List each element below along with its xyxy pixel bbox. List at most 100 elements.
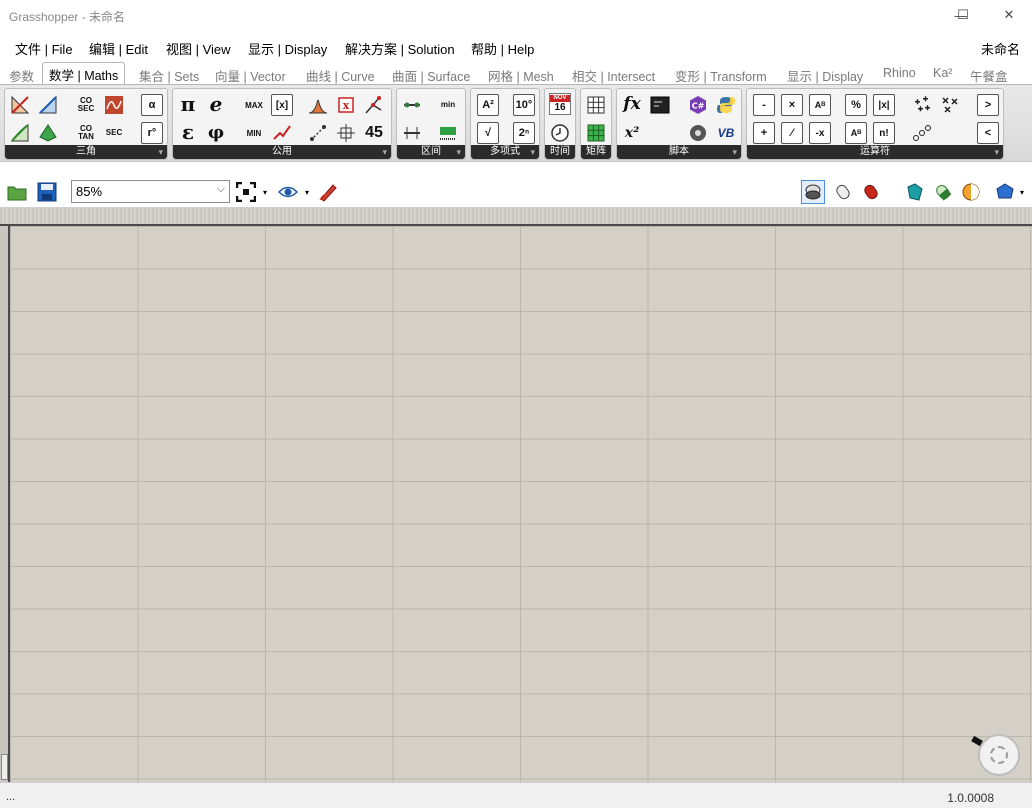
subtraction-icon[interactable]: - bbox=[753, 94, 775, 116]
modulus-icon[interactable]: % bbox=[845, 94, 867, 116]
triangle-green-icon[interactable] bbox=[9, 122, 31, 144]
triangle-blue-icon[interactable] bbox=[37, 94, 59, 116]
csharp-icon[interactable]: C# bbox=[687, 94, 709, 116]
expand-icon[interactable]: ▾ bbox=[530, 145, 535, 159]
divide-domain-icon[interactable] bbox=[437, 122, 459, 144]
power-icon[interactable]: A² bbox=[477, 94, 499, 116]
absolute-icon[interactable]: [x] bbox=[271, 94, 293, 116]
cosecant-icon[interactable]: CO SEC bbox=[75, 94, 97, 116]
preview-wireframe-button[interactable] bbox=[801, 180, 825, 204]
canvas-navigation-widget[interactable] bbox=[971, 734, 1020, 776]
tab-maths[interactable]: 数学 | Maths bbox=[42, 62, 126, 86]
preview-shaded-button[interactable] bbox=[831, 180, 855, 204]
canvas-scroll-grip[interactable] bbox=[1, 754, 8, 780]
bounds-icon[interactable] bbox=[401, 94, 423, 116]
matrix-grid-icon[interactable] bbox=[585, 94, 607, 116]
tab-rhino[interactable]: Rhino bbox=[883, 66, 916, 80]
larger-than-icon[interactable]: > bbox=[977, 94, 999, 116]
console-icon[interactable] bbox=[649, 94, 671, 116]
evaluate-icon[interactable]: x bbox=[335, 94, 357, 116]
disc-icon[interactable] bbox=[687, 122, 709, 144]
document-name[interactable]: 未命名 bbox=[981, 39, 1020, 58]
graph-icon[interactable] bbox=[271, 122, 293, 144]
expression-icon[interactable]: fx bbox=[621, 93, 643, 115]
tab-surface[interactable]: 曲面 | Surface bbox=[392, 66, 470, 85]
display-mode-dropdown[interactable]: ▾ bbox=[1017, 180, 1027, 204]
sketch-button[interactable] bbox=[316, 180, 340, 204]
tab-curve[interactable]: 曲线 | Curve bbox=[306, 66, 375, 85]
power-ab-icon[interactable]: Aᴮ bbox=[809, 94, 831, 116]
preview-toggle-button[interactable] bbox=[276, 180, 300, 204]
mass-addition-icon[interactable] bbox=[911, 94, 933, 116]
remap-icon[interactable] bbox=[401, 122, 423, 144]
zoom-select[interactable]: 85% ⌵ bbox=[71, 180, 230, 203]
euler-icon[interactable]: e bbox=[205, 92, 227, 116]
expand-icon[interactable]: ▾ bbox=[994, 145, 999, 159]
menu-edit[interactable]: 编辑 | Edit bbox=[89, 39, 148, 58]
triangle-red-icon[interactable] bbox=[9, 94, 31, 116]
matrix-green-icon[interactable] bbox=[585, 122, 607, 144]
display-mode-button[interactable] bbox=[993, 180, 1017, 204]
radians-icon[interactable]: r° bbox=[141, 122, 163, 144]
negative-icon[interactable]: -x bbox=[809, 122, 831, 144]
expand-icon[interactable]: ▾ bbox=[158, 145, 163, 159]
branch-icon[interactable] bbox=[363, 94, 385, 116]
degrees-icon[interactable]: α bbox=[141, 94, 163, 116]
square-root-icon[interactable]: √ bbox=[477, 122, 499, 144]
menu-display[interactable]: 显示 | Display bbox=[248, 39, 327, 58]
addition-icon[interactable]: + bbox=[753, 122, 775, 144]
tab-mesh[interactable]: 网格 | Mesh bbox=[488, 66, 554, 85]
document-preview-settings-button[interactable] bbox=[903, 180, 927, 204]
power-of-two-icon[interactable]: 2ⁿ bbox=[513, 122, 535, 144]
tab-ka2[interactable]: Ka² bbox=[933, 66, 952, 80]
tab-display[interactable]: 显示 | Display bbox=[787, 66, 863, 85]
tab-intersect[interactable]: 相交 | Intersect bbox=[572, 66, 655, 85]
cotangent-icon[interactable]: CO TAN bbox=[75, 122, 97, 144]
clock-icon[interactable] bbox=[549, 122, 571, 144]
power-of-ten-icon[interactable]: 10° bbox=[513, 94, 535, 116]
shading-settings-button[interactable] bbox=[959, 180, 983, 204]
construct-domain-icon[interactable]: min bbox=[437, 94, 459, 116]
tab-params[interactable]: 参数 bbox=[9, 66, 34, 85]
absolute-value-icon[interactable]: |x| bbox=[873, 94, 895, 116]
tab-vector[interactable]: 向量 | Vector bbox=[215, 66, 286, 85]
minimum-icon[interactable]: MIN bbox=[243, 123, 265, 145]
factorial-icon[interactable]: n! bbox=[873, 122, 895, 144]
relative-differences-icon[interactable] bbox=[911, 122, 933, 144]
preview-dropdown[interactable]: ▾ bbox=[302, 180, 312, 204]
power-ab-2-icon[interactable]: Aᴮ bbox=[845, 122, 867, 144]
division-icon[interactable]: ⁄ bbox=[781, 122, 803, 144]
mesh-settings-button[interactable] bbox=[931, 180, 955, 204]
epsilon-icon[interactable]: ε bbox=[177, 120, 199, 144]
menu-view[interactable]: 视图 | View bbox=[166, 39, 231, 58]
tab-sets[interactable]: 集合 | Sets bbox=[139, 66, 199, 85]
multiplication-icon[interactable]: × bbox=[781, 94, 803, 116]
expand-icon[interactable]: ▾ bbox=[732, 145, 737, 159]
open-file-button[interactable] bbox=[5, 180, 29, 204]
maximize-button[interactable]: ☐ bbox=[940, 0, 986, 30]
expression-x-icon[interactable]: x² bbox=[621, 122, 643, 144]
zoom-extents-button[interactable] bbox=[234, 180, 258, 204]
menu-solution[interactable]: 解决方案 | Solution bbox=[345, 39, 455, 58]
menu-help[interactable]: 帮助 | Help bbox=[471, 39, 534, 58]
tetrahedron-icon[interactable] bbox=[37, 122, 59, 144]
mass-multiplication-icon[interactable] bbox=[939, 94, 961, 116]
vb-icon[interactable]: VB bbox=[715, 122, 737, 144]
preview-selected-button[interactable] bbox=[859, 180, 883, 204]
save-file-button[interactable] bbox=[35, 180, 59, 204]
grasshopper-canvas[interactable] bbox=[10, 226, 1032, 782]
golden-ratio-icon[interactable]: φ bbox=[205, 121, 227, 143]
close-button[interactable]: ✕ bbox=[986, 0, 1032, 30]
tab-transform[interactable]: 变形 | Transform bbox=[675, 66, 767, 85]
round-icon[interactable]: 45 bbox=[363, 122, 385, 144]
distribution-icon[interactable] bbox=[307, 94, 329, 116]
truncate-icon[interactable] bbox=[335, 122, 357, 144]
python-icon[interactable] bbox=[715, 94, 737, 116]
series-icon[interactable] bbox=[307, 122, 329, 144]
menu-file[interactable]: 文件 | File bbox=[15, 39, 73, 58]
expand-icon[interactable]: ▾ bbox=[456, 145, 461, 159]
maximum-icon[interactable]: MAX bbox=[243, 95, 265, 117]
zoom-extents-dropdown[interactable]: ▾ bbox=[260, 180, 270, 204]
calendar-icon[interactable]: NOV 16 bbox=[549, 93, 571, 115]
expand-icon[interactable]: ▾ bbox=[382, 145, 387, 159]
